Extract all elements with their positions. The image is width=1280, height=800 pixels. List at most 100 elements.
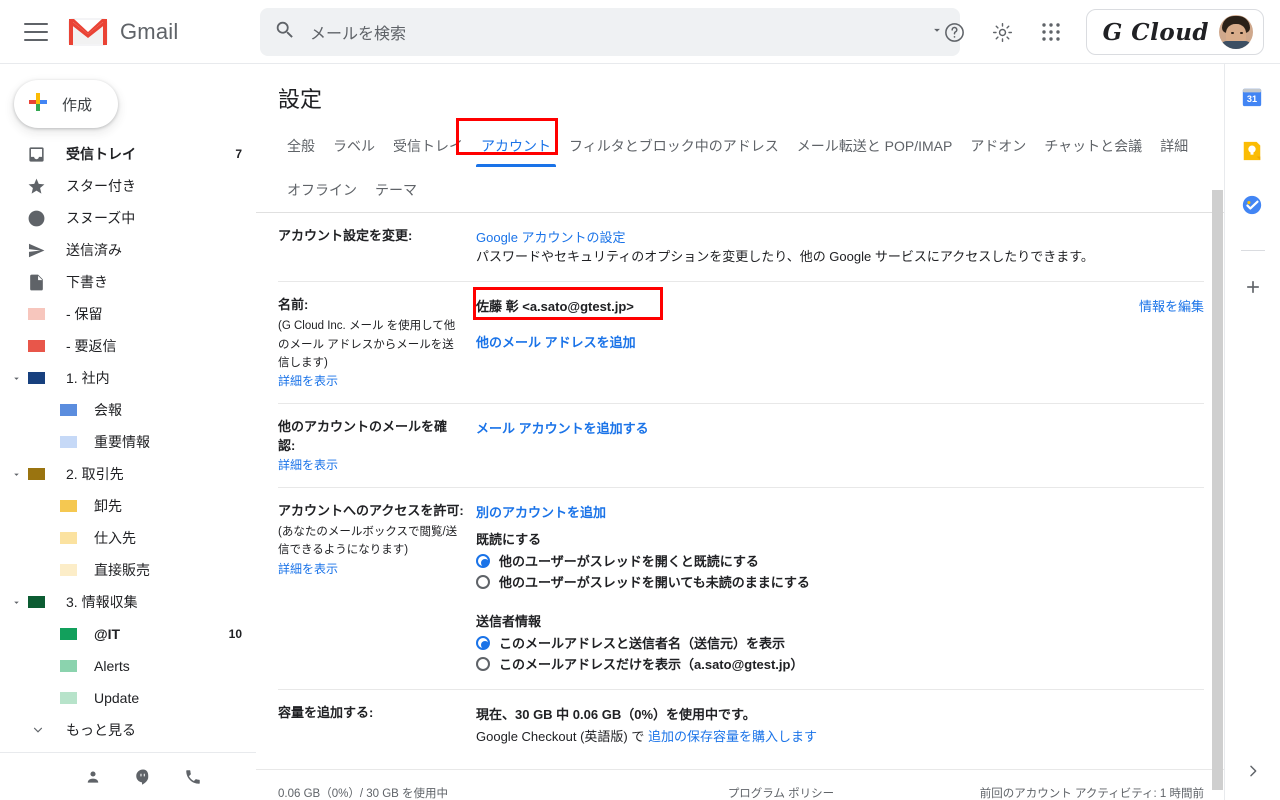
- main-menu-icon[interactable]: [24, 22, 48, 41]
- chevron-down-icon[interactable]: [8, 594, 24, 610]
- sidebar-item-update-label[interactable]: Update: [0, 682, 256, 714]
- label-icon: [58, 688, 78, 708]
- tab-offline[interactable]: オフライン: [278, 170, 366, 212]
- sender-identity-value: 佐藤 彰 <a.sato@gtest.jp>: [476, 299, 634, 315]
- sidebar-item-label: 受信トレイ: [66, 146, 136, 162]
- checkout-prefix: Google Checkout (英語版) で: [476, 728, 648, 744]
- sidebar-item-wholesale-label[interactable]: 卸先: [0, 490, 256, 522]
- gear-icon[interactable]: [982, 11, 1024, 53]
- sidebar-item-supplier-label[interactable]: 仕入先: [0, 522, 256, 554]
- content-scrollbar[interactable]: [1212, 190, 1223, 790]
- help-icon[interactable]: [934, 11, 976, 53]
- tab-addons[interactable]: アドオン: [961, 126, 1035, 168]
- sidebar-item-important-info-label[interactable]: 重要情報: [0, 426, 256, 458]
- row-value: 佐藤 彰 <a.sato@gtest.jp> 他のメール アドレスを追加: [476, 296, 1123, 350]
- search-bar[interactable]: メールを検索: [260, 8, 960, 56]
- label-icon: [58, 624, 78, 644]
- label-icon: [58, 528, 78, 548]
- tab-themes[interactable]: テーマ: [366, 170, 426, 212]
- tab-inbox[interactable]: 受信トレイ: [384, 126, 472, 168]
- account-chip[interactable]: G Cloud: [1085, 9, 1264, 55]
- sidebar-item-inbox[interactable]: 受信トレイ 7: [0, 138, 256, 170]
- sidebar-item-starred[interactable]: スター付き: [0, 170, 256, 202]
- check-mail-learn-more-link[interactable]: 詳細を表示: [278, 456, 464, 473]
- tasks-icon[interactable]: [1241, 194, 1265, 218]
- tab-chat-and-meet[interactable]: チャットと会議: [1035, 126, 1151, 168]
- tab-accounts[interactable]: アカウント: [472, 126, 560, 168]
- plus-icon: [28, 92, 48, 117]
- sidebar-item-research-label[interactable]: 3. 情報収集: [0, 586, 256, 618]
- sidebar-item-alerts-label[interactable]: Alerts: [0, 650, 256, 682]
- row-value: メール アカウントを追加する: [476, 418, 1204, 437]
- calendar-icon[interactable]: 31: [1241, 86, 1265, 110]
- phone-icon[interactable]: [184, 768, 202, 786]
- add-mail-account-link[interactable]: メール アカウントを追加する: [476, 418, 1204, 437]
- sidebar-item-drafts[interactable]: 下書き: [0, 266, 256, 298]
- sidebar-footer: [0, 752, 256, 800]
- tab-filters[interactable]: フィルタとブロック中のアドレス: [560, 126, 788, 168]
- sidebar-item-clients-label[interactable]: 2. 取引先: [0, 458, 256, 490]
- hangouts-icon[interactable]: [134, 768, 152, 786]
- sidebar-item-label: もっと見る: [66, 722, 136, 738]
- label-icon: [26, 464, 46, 484]
- footer-activity-col: 前回のアカウント アクティビティ: 1 時間前 詳細: [904, 784, 1204, 800]
- radio-button[interactable]: [476, 635, 490, 650]
- search-icon: [274, 19, 296, 46]
- radio-keep-unread-on-open[interactable]: 他のユーザーがスレッドを開いても未読のままにする: [476, 572, 1204, 591]
- sidebar-item-hold-label[interactable]: - 保留: [0, 298, 256, 330]
- search-input[interactable]: メールを検索: [310, 20, 930, 44]
- row-title: 容量を追加する:: [278, 705, 374, 721]
- google-account-settings-link[interactable]: Google アカウントの設定: [476, 227, 1204, 246]
- buy-more-storage-link[interactable]: 追加の保存容量を購入します: [648, 729, 817, 744]
- sidebar-item-newsletter-label[interactable]: 会報: [0, 394, 256, 426]
- keep-icon[interactable]: [1241, 140, 1265, 164]
- add-another-account-link[interactable]: 別のアカウントを追加: [476, 502, 1204, 521]
- sidebar-item-show-more[interactable]: もっと見る: [0, 714, 256, 746]
- sidebar-item-direct-sales-label[interactable]: 直接販売: [0, 554, 256, 586]
- sidebar-item-internal-label[interactable]: 1. 社内: [0, 362, 256, 394]
- change-account-description: パスワードやセキュリティのオプションを変更したり、他の Google サービスに…: [476, 249, 1094, 264]
- sidebar-item-label: - 要返信: [66, 338, 117, 354]
- send-icon: [26, 240, 46, 260]
- plus-icon[interactable]: [1243, 277, 1263, 302]
- sidebar-item-snoozed[interactable]: スヌーズ中: [0, 202, 256, 234]
- sidebar-item-label: 会報: [94, 402, 122, 418]
- radio-button[interactable]: [476, 656, 490, 671]
- storage-usage-text: 現在、30 GB 中 0.06 GB（0%）を使用中です。: [476, 707, 756, 723]
- label-icon: [58, 496, 78, 516]
- footer-program-policy-link[interactable]: プログラム ポリシー: [658, 784, 904, 800]
- name-learn-more-link[interactable]: 詳細を表示: [278, 372, 464, 389]
- avatar[interactable]: [1219, 15, 1253, 49]
- sidebar-item-label: スヌーズ中: [66, 210, 136, 226]
- radio-label: 他のユーザーがスレッドを開いても未読のままにする: [499, 575, 810, 591]
- gmail-logo[interactable]: Gmail: [68, 17, 178, 47]
- radio-button[interactable]: [476, 574, 490, 589]
- apps-grid-icon[interactable]: [1030, 11, 1072, 53]
- account-brand-label: G Cloud: [1102, 18, 1209, 46]
- tab-general[interactable]: 全般: [278, 126, 324, 168]
- chevron-down-icon[interactable]: [8, 466, 24, 482]
- contacts-icon[interactable]: [84, 768, 102, 786]
- chevron-down-icon[interactable]: [8, 370, 24, 386]
- grant-access-learn-more-link[interactable]: 詳細を表示: [278, 560, 464, 577]
- footer-usage-text: 0.06 GB（0%）/ 30 GB を使用中: [278, 788, 449, 800]
- add-another-email-address-link[interactable]: 他のメール アドレスを追加: [476, 332, 1123, 351]
- tab-labels[interactable]: ラベル: [324, 126, 384, 168]
- sidebar-item-sent[interactable]: 送信済み: [0, 234, 256, 266]
- sidebar-item-at-it-label[interactable]: @IT 10: [0, 618, 256, 650]
- radio-show-address-and-sender-name[interactable]: このメールアドレスと送信者名（送信元）を表示: [476, 633, 1204, 652]
- sidebar-item-reply-needed-label[interactable]: - 要返信: [0, 330, 256, 362]
- tab-forwarding-pop-imap[interactable]: メール転送と POP/IMAP: [788, 126, 962, 168]
- edit-info-link[interactable]: 情報を編集: [1139, 296, 1204, 315]
- label-icon: [58, 400, 78, 420]
- tab-advanced[interactable]: 詳細: [1151, 126, 1197, 168]
- chevron-right-icon[interactable]: [1245, 763, 1261, 784]
- radio-button[interactable]: [476, 553, 490, 568]
- sidebar-item-label: 3. 情報収集: [66, 594, 138, 610]
- radio-show-address-only[interactable]: このメールアドレスだけを表示（a.sato@gtest.jp）: [476, 654, 1204, 673]
- storage-purchase-line: Google Checkout (英語版) で 追加の保存容量を購入します: [476, 726, 1204, 747]
- svg-text:31: 31: [1246, 94, 1256, 104]
- radio-mark-read-on-open[interactable]: 他のユーザーがスレッドを開くと既読にする: [476, 551, 1204, 570]
- compose-button[interactable]: 作成: [14, 80, 118, 128]
- row-value: 別のアカウントを追加 既読にする 他のユーザーがスレッドを開くと既読にする 他の…: [476, 502, 1204, 675]
